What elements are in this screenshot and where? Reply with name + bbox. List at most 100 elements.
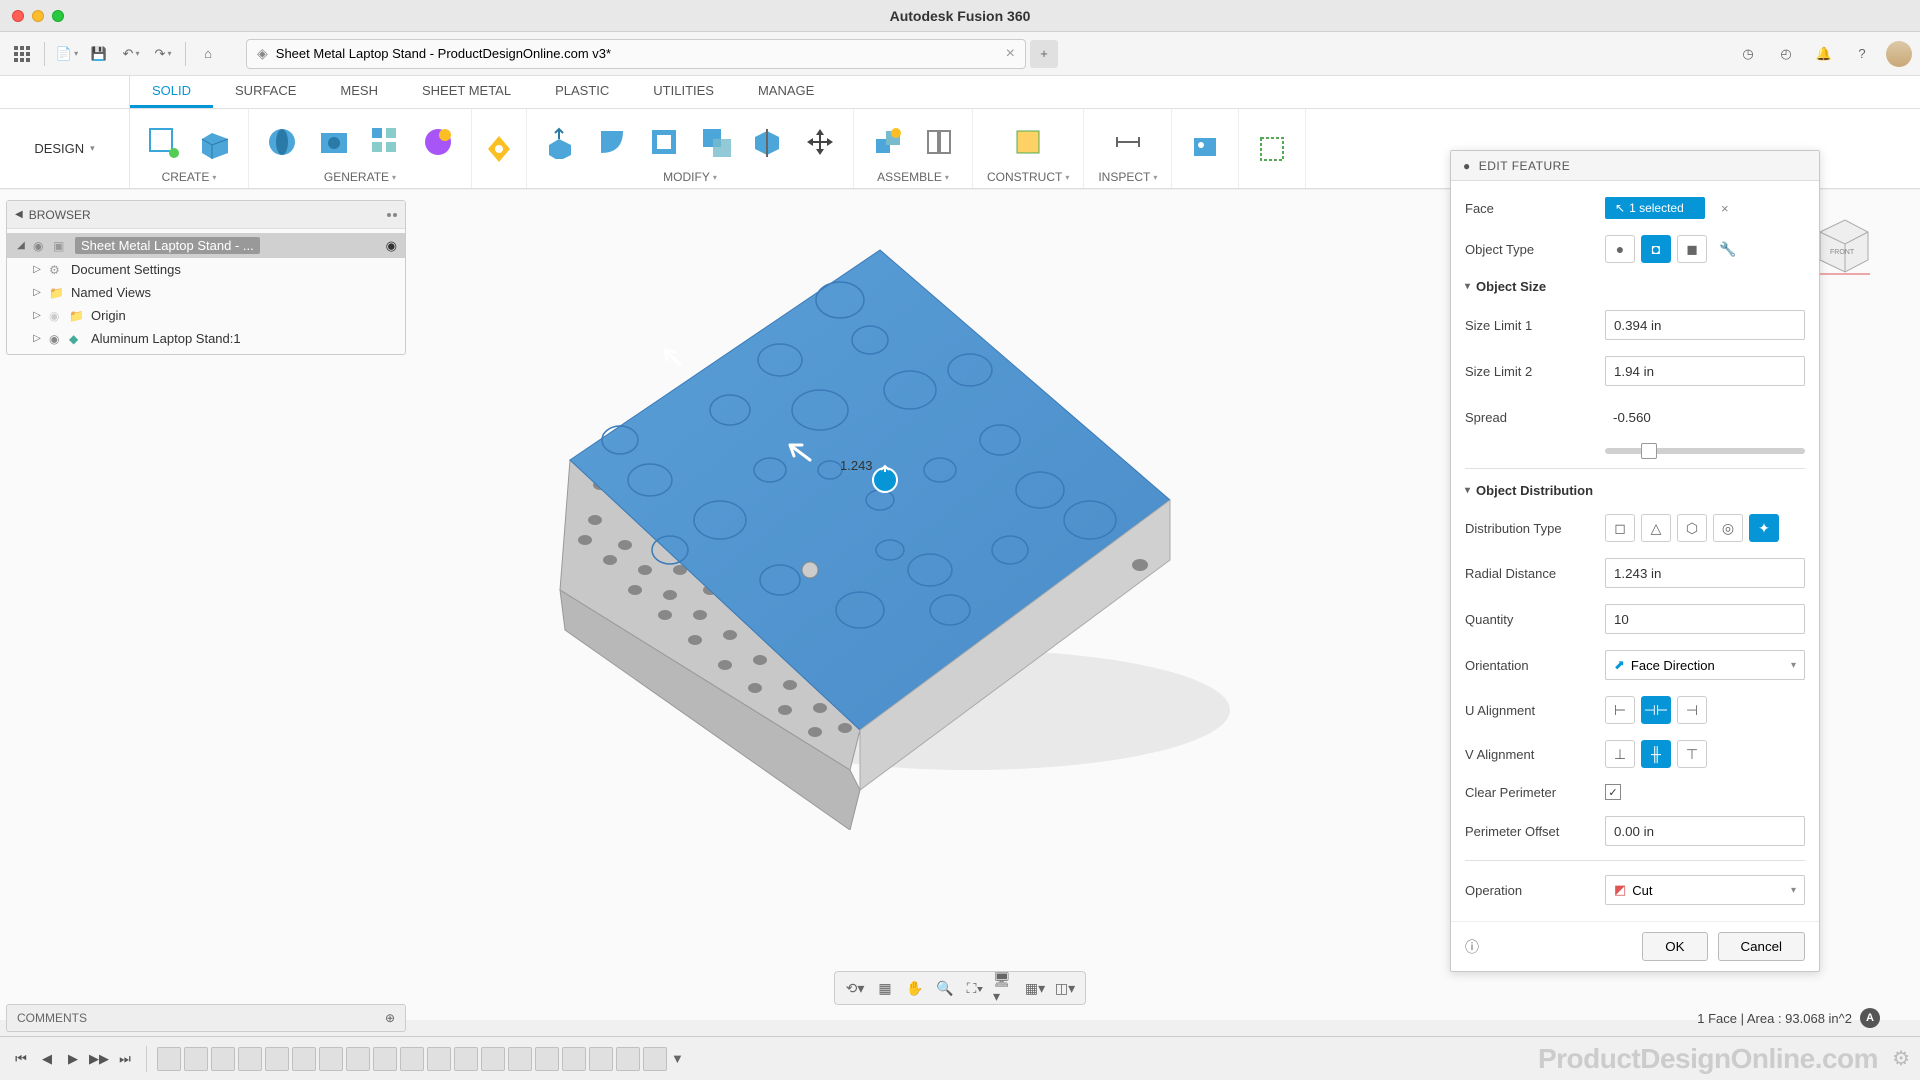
assemble-group-label[interactable]: ASSEMBLE — [877, 170, 949, 184]
fillet-icon[interactable] — [593, 123, 631, 161]
redo-button[interactable]: ↷ — [149, 40, 177, 68]
dist-type-square[interactable]: ◻ — [1605, 514, 1635, 542]
visibility-icon[interactable]: ◉ — [49, 309, 63, 323]
clear-selection-icon[interactable]: × — [1715, 201, 1735, 216]
expand-icon[interactable]: ▷ — [31, 333, 43, 344]
timeline-feature[interactable] — [265, 1047, 289, 1071]
v-align-top[interactable]: ⊤ — [1677, 740, 1707, 768]
browser-header[interactable]: ◀ BROWSER — [7, 201, 405, 229]
panel-header[interactable]: ● EDIT FEATURE — [1451, 151, 1819, 181]
combine-icon[interactable] — [697, 123, 735, 161]
v-align-bottom[interactable]: ⊥ — [1605, 740, 1635, 768]
automated-icon[interactable] — [480, 130, 518, 168]
radio-icon[interactable]: ◉ — [386, 238, 397, 254]
pan-icon[interactable]: ✋ — [903, 976, 927, 1000]
move-icon[interactable] — [801, 123, 839, 161]
display-icon[interactable]: 🖥▾ — [993, 976, 1017, 1000]
sketch-icon[interactable] — [144, 123, 182, 161]
size-limit-1-input[interactable] — [1605, 310, 1805, 340]
timeline-feature[interactable] — [481, 1047, 505, 1071]
info-icon[interactable]: ⓘ — [1465, 937, 1479, 957]
timeline-feature[interactable] — [400, 1047, 424, 1071]
timeline-play[interactable]: ▶ — [62, 1048, 84, 1070]
assemble-icon[interactable] — [868, 123, 906, 161]
document-tab[interactable]: ◈ Sheet Metal Laptop Stand - ProductDesi… — [246, 39, 1026, 69]
face-selection[interactable]: ↖ 1 selected — [1605, 197, 1705, 219]
timeline-back[interactable]: ◀ — [36, 1048, 58, 1070]
look-at-icon[interactable]: ▦ — [873, 976, 897, 1000]
dist-type-triangle[interactable]: △ — [1641, 514, 1671, 542]
data-panel-button[interactable] — [8, 40, 36, 68]
timeline-marker[interactable]: ▼ — [671, 1051, 684, 1066]
timeline-feature[interactable] — [292, 1047, 316, 1071]
save-button[interactable]: 💾 — [85, 40, 113, 68]
generate-group-label[interactable]: GENERATE — [324, 170, 396, 184]
expand-icon[interactable]: ◢ — [15, 240, 27, 251]
timeline-feature[interactable] — [157, 1047, 181, 1071]
workspace-switcher[interactable]: DESIGN — [0, 109, 130, 188]
orbit-icon[interactable]: ⟲▾ — [843, 976, 867, 1000]
expand-icon[interactable]: ▷ — [31, 310, 43, 321]
expand-icon[interactable]: ▷ — [31, 264, 43, 275]
extrude-icon[interactable] — [196, 123, 234, 161]
construct-group-label[interactable]: CONSTRUCT — [987, 170, 1069, 184]
browser-root[interactable]: ◢ ◉ ▣ Sheet Metal Laptop Stand - ... ◉ — [7, 233, 405, 258]
hole-icon[interactable] — [315, 123, 353, 161]
object-type-cylinder[interactable]: ◘ — [1641, 235, 1671, 263]
spread-input[interactable] — [1605, 402, 1685, 432]
viewport-icon[interactable]: ◫▾ — [1053, 976, 1077, 1000]
timeline-feature[interactable] — [454, 1047, 478, 1071]
object-type-custom[interactable]: 🔧 — [1713, 235, 1743, 263]
notifications-icon[interactable]: 🔔 — [1810, 40, 1838, 68]
joint-icon[interactable] — [920, 123, 958, 161]
u-align-right[interactable]: ⊣ — [1677, 696, 1707, 724]
undo-button[interactable]: ↶ — [117, 40, 145, 68]
construct-icon[interactable] — [1009, 123, 1047, 161]
timeline-feature[interactable] — [535, 1047, 559, 1071]
quantity-input[interactable] — [1605, 604, 1805, 634]
extensions-icon[interactable]: ◷ — [1734, 40, 1762, 68]
timeline-forward[interactable]: ▶▶ — [88, 1048, 110, 1070]
browser-item-document-settings[interactable]: ▷ ⚙ Document Settings — [7, 258, 405, 281]
shell-icon[interactable] — [645, 123, 683, 161]
object-size-section[interactable]: Object Size — [1465, 271, 1805, 302]
split-icon[interactable] — [749, 123, 787, 161]
dist-type-radial[interactable]: ◎ — [1713, 514, 1743, 542]
revolve-icon[interactable] — [263, 123, 301, 161]
timeline-feature[interactable] — [211, 1047, 235, 1071]
user-avatar[interactable] — [1886, 41, 1912, 67]
browser-item-named-views[interactable]: ▷ 📁 Named Views — [7, 281, 405, 304]
object-distribution-section[interactable]: Object Distribution — [1465, 475, 1805, 506]
close-tab-icon[interactable]: × — [1006, 45, 1015, 63]
minimize-button[interactable] — [32, 10, 44, 22]
timeline-feature[interactable] — [319, 1047, 343, 1071]
timeline-settings-icon[interactable]: ⚙ — [1892, 1046, 1910, 1071]
timeline-feature[interactable] — [616, 1047, 640, 1071]
tab-manage[interactable]: MANAGE — [736, 76, 836, 108]
browser-item-origin[interactable]: ▷ ◉ 📁 Origin — [7, 304, 405, 327]
timeline-features[interactable] — [157, 1047, 667, 1071]
autodesk-icon[interactable]: A — [1860, 1008, 1880, 1028]
object-type-sphere[interactable]: ● — [1605, 235, 1635, 263]
collapse-icon[interactable]: ◀ — [15, 209, 23, 220]
timeline-feature[interactable] — [346, 1047, 370, 1071]
expand-icon[interactable]: ▷ — [31, 287, 43, 298]
fit-icon[interactable]: ⛶▾ — [963, 976, 987, 1000]
orientation-select[interactable]: ⬈ Face Direction — [1605, 650, 1805, 680]
dist-type-hex[interactable]: ⬡ — [1677, 514, 1707, 542]
file-menu[interactable]: 📄 — [53, 40, 81, 68]
visibility-icon[interactable]: ◉ — [33, 239, 47, 253]
select-icon[interactable] — [1253, 130, 1291, 168]
tab-solid[interactable]: SOLID — [130, 76, 213, 108]
timeline-feature[interactable] — [589, 1047, 613, 1071]
spread-slider[interactable] — [1605, 448, 1805, 454]
timeline-feature[interactable] — [643, 1047, 667, 1071]
object-type-box[interactable]: ◼ — [1677, 235, 1707, 263]
close-button[interactable] — [12, 10, 24, 22]
form-icon[interactable] — [419, 123, 457, 161]
modify-group-label[interactable]: MODIFY — [663, 170, 717, 184]
clear-perimeter-checkbox[interactable]: ✓ — [1605, 784, 1621, 800]
create-group-label[interactable]: CREATE — [162, 170, 217, 184]
inspect-group-label[interactable]: INSPECT — [1098, 170, 1157, 184]
home-button[interactable]: ⌂ — [194, 40, 222, 68]
